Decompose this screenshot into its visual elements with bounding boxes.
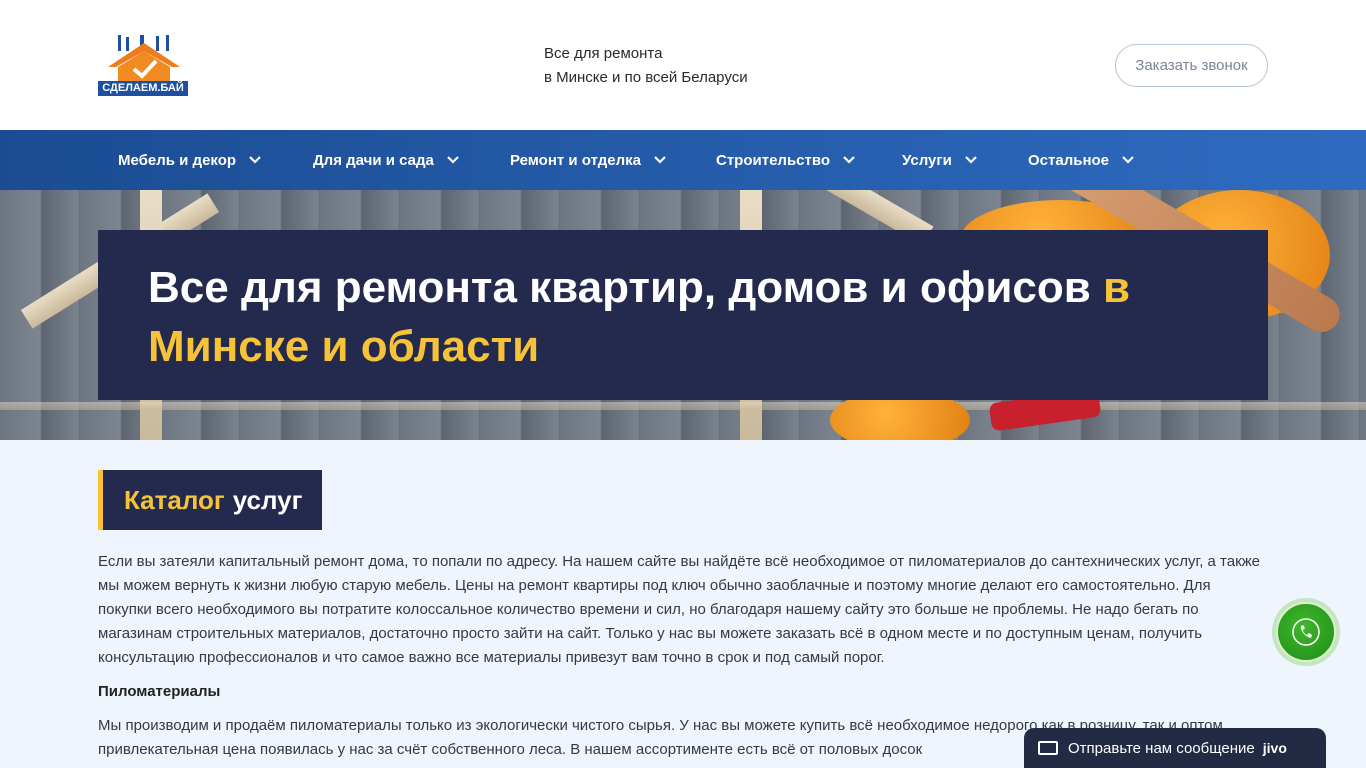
intro-paragraph: Если вы затеяли капитальный ремонт дома,… [98,553,1261,666]
chevron-down-icon [447,156,459,164]
section-title-lumber: Пиломатериалы [98,683,221,700]
main-nav: Мебель и декор Для дачи и сада Ремонт и … [0,130,1366,190]
nav-item-label: Мебель и декор [118,151,237,169]
logo-text: СДЕЛАЕМ.БАЙ [98,81,188,96]
nav-item-label: Ремонт и отделка [510,151,641,169]
chevron-down-icon [249,156,261,164]
nav-item-furniture[interactable]: Мебель и декор [118,130,262,190]
hero-title-box: Все для ремонта квартир, домов и офисов … [98,230,1268,400]
chevron-down-icon [1122,156,1134,164]
tagline-line-2: в Минске и по всей Беларуси [544,69,748,86]
chat-widget-brand: jivo [1262,740,1287,756]
chat-widget-label: Отправьте нам сообщение [1068,739,1255,757]
chevron-down-icon [843,156,855,164]
nav-item-label: Услуги [902,151,952,169]
nav-item-renovation[interactable]: Ремонт и отделка [510,130,667,190]
catalog-heading: Каталог услуг [98,470,323,530]
nav-item-label: Строительство [716,151,831,169]
nav-item-label: Для дачи и сада [313,151,434,169]
hero-plank [0,402,1366,410]
phone-icon [1292,618,1320,646]
hero-title: Все для ремонта квартир, домов и офисов … [148,258,1218,376]
site-logo[interactable]: СДЕЛАЕМ.БАЙ [98,33,190,97]
chevron-down-icon [654,156,666,164]
chevron-down-icon [965,156,977,164]
tagline-line-1: Все для ремонта [544,45,663,62]
nav-item-label: Остальное [1028,151,1110,169]
catalog-heading-accent: Каталог [124,484,225,515]
nav-item-garden[interactable]: Для дачи и сада [313,130,460,190]
site-header: СДЕЛАЕМ.БАЙ Все для ремонта в Минске и п… [0,0,1366,130]
nav-item-other[interactable]: Остальное [1028,130,1135,190]
header-tagline: Все для ремонта в Минске и по всей Белар… [544,42,748,90]
call-widget-button[interactable] [1276,602,1336,662]
logo-house-icon [108,35,180,81]
nav-item-services[interactable]: Услуги [902,130,978,190]
nav-item-construction[interactable]: Строительство [716,130,856,190]
catalog-heading-rest: услуг [232,484,303,515]
envelope-icon [1038,741,1058,755]
chat-widget[interactable]: Отправьте нам сообщение jivo [1024,728,1326,768]
hero-title-main: Все для ремонта квартир, домов и офисов [148,263,1104,312]
hero-banner: Все для ремонта квартир, домов и офисов … [0,190,1366,440]
request-call-button[interactable]: Заказать звонок [1115,44,1268,87]
